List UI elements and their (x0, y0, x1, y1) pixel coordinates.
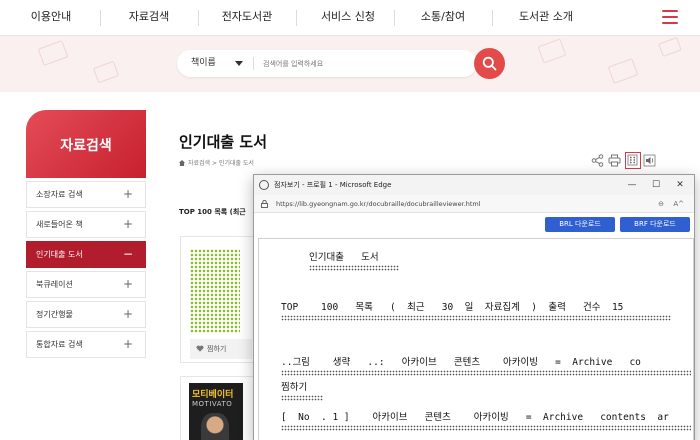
braille-dots (281, 315, 671, 321)
home-icon[interactable] (179, 160, 185, 166)
nav-item-usage-guide[interactable]: 이용안내 (16, 0, 86, 36)
braille-view-button[interactable] (625, 152, 641, 169)
braille-icon (627, 154, 638, 166)
sidebar-item-popular-loans[interactable]: 인기대출 도서 − (26, 241, 146, 268)
print-icon[interactable] (608, 154, 621, 167)
nav-separator (394, 10, 395, 26)
book-decoration (537, 38, 567, 64)
author-portrait (201, 413, 229, 440)
braille-dots (281, 395, 323, 401)
sidebar-item-label: 북큐레이션 (36, 280, 73, 289)
search-box: 책이름 (177, 50, 477, 77)
book-decoration (92, 60, 120, 84)
brl-download-button[interactable]: BRL 다운로드 (545, 217, 615, 232)
book-decoration (658, 37, 682, 57)
brf-download-button[interactable]: BRF 다운로드 (620, 217, 690, 232)
search-banner: 책이름 (0, 36, 700, 92)
search-icon (482, 56, 497, 71)
menu-icon[interactable] (662, 10, 678, 24)
nav-separator (296, 10, 297, 26)
nav-item-community[interactable]: 소통/참여 (408, 0, 478, 36)
braille-text-line: TOP 100 목록 ( 최근 30 일 자료집계 ) 출력 건수 15 (281, 302, 624, 313)
book-decoration (37, 40, 69, 66)
top-navigation: 이용안내 자료검색 전자도서관 서비스 신청 소통/참여 도서관 소개 (0, 0, 700, 36)
book-card[interactable]: 찜하기 (180, 236, 258, 363)
minus-icon: − (122, 247, 133, 261)
sidebar-item-new-books[interactable]: 새로들어온 책 + (26, 211, 146, 238)
nav-separator (100, 10, 101, 26)
braille-page: 인기대출 도서 TOP 100 목록 ( 최근 30 일 자료집계 ) 출력 건… (258, 238, 694, 440)
plus-icon: + (122, 307, 133, 321)
lock-icon[interactable] (261, 200, 268, 208)
sidebar-item-periodicals[interactable]: 정기간행물 + (26, 301, 146, 328)
sidebar-item-label: 통합자료 검색 (36, 340, 83, 349)
braille-dots (309, 265, 399, 271)
book-cover-title: 모티베이터 (192, 390, 234, 400)
braille-text-line: 찜하기 (281, 382, 308, 393)
sidebar-item-label: 소장자료 검색 (36, 190, 83, 199)
plus-icon: + (122, 217, 133, 231)
sidebar-item-integrated-search[interactable]: 통합자료 검색 + (26, 331, 146, 358)
plus-icon: + (122, 187, 133, 201)
nav-item-search[interactable]: 자료검색 (114, 0, 184, 36)
nav-item-service-request[interactable]: 서비스 신청 (310, 0, 386, 36)
braille-text-line: [ No . 1 ] 아카이브 콘텐츠 아카이빙 = Archive conte… (281, 412, 669, 423)
maximize-button[interactable]: ☐ (644, 175, 668, 195)
braille-text-line: 인기대출 도서 (309, 252, 379, 263)
edge-icon (259, 180, 269, 190)
like-button[interactable]: 찜하기 (190, 339, 252, 359)
book-cover[interactable]: 모티베이터 MOTIVATO (189, 383, 243, 440)
window-title: 점자보기 - 프로필 1 - Microsoft Edge (274, 181, 392, 189)
sidebar-item-book-curation[interactable]: 북큐레이션 + (26, 271, 146, 298)
zoom-icon[interactable]: ⊖ (658, 195, 664, 213)
search-scope-select[interactable]: 책이름 (191, 50, 216, 77)
address-bar[interactable]: https://lib.gyeongnam.go.kr/docubraille/… (254, 195, 694, 213)
close-button[interactable]: ✕ (668, 175, 692, 195)
book-card[interactable]: 모티베이터 MOTIVATO (180, 376, 258, 440)
library-page: 이용안내 자료검색 전자도서관 서비스 신청 소통/참여 도서관 소개 책이름 (0, 0, 700, 440)
sidebar-item-holdings-search[interactable]: 소장자료 검색 + (26, 181, 146, 208)
book-cover[interactable] (190, 249, 240, 333)
sidebar-item-label: 새로들어온 책 (36, 220, 83, 229)
page-title: 인기대출 도서 (179, 133, 268, 151)
breadcrumb-text: 자료검색 > 인기대출 도서 (188, 160, 254, 167)
braille-dots (281, 370, 691, 376)
url-text[interactable]: https://lib.gyeongnam.go.kr/docubraille/… (276, 195, 481, 213)
search-input[interactable] (263, 55, 463, 72)
breadcrumb: 자료검색 > 인기대출 도서 (179, 158, 254, 167)
nav-separator (198, 10, 199, 26)
sidebar-title: 자료검색 (60, 138, 112, 154)
sidebar-item-label: 정기간행물 (36, 310, 73, 319)
share-icon[interactable] (591, 154, 604, 167)
sidebar-header: 자료검색 (26, 110, 146, 178)
nav-separator (492, 10, 493, 26)
braille-text-line: ..그림 생략 ..: 아카이브 콘텐츠 아카이빙 = Archive co (281, 357, 641, 368)
search-divider (253, 57, 254, 70)
minimize-button[interactable]: — (620, 175, 644, 195)
heart-icon (196, 345, 204, 352)
plus-icon: + (122, 277, 133, 291)
nav-item-e-library[interactable]: 전자도서관 (212, 0, 282, 36)
window-titlebar[interactable]: 점자보기 - 프로필 1 - Microsoft Edge — ☐ ✕ (254, 175, 694, 195)
top-list-label: TOP 100 목록 (최근 (179, 208, 246, 216)
search-button[interactable] (474, 48, 505, 79)
braille-viewer-window: 점자보기 - 프로필 1 - Microsoft Edge — ☐ ✕ http… (253, 174, 695, 440)
read-aloud-icon[interactable]: A^ (673, 195, 684, 213)
nav-item-about-library[interactable]: 도서관 소개 (506, 0, 586, 36)
like-label: 찜하기 (207, 345, 227, 353)
caret-down-icon[interactable] (235, 61, 243, 66)
book-cover-subtitle: MOTIVATO (192, 400, 233, 408)
sidebar-item-label: 인기대출 도서 (36, 250, 83, 259)
viewer-body: BRL 다운로드 BRF 다운로드 인기대출 도서 TOP 100 목록 ( 최… (254, 213, 694, 440)
speaker-icon[interactable] (643, 154, 656, 167)
braille-dots (281, 425, 691, 431)
plus-icon: + (122, 337, 133, 351)
book-decoration (607, 58, 639, 84)
